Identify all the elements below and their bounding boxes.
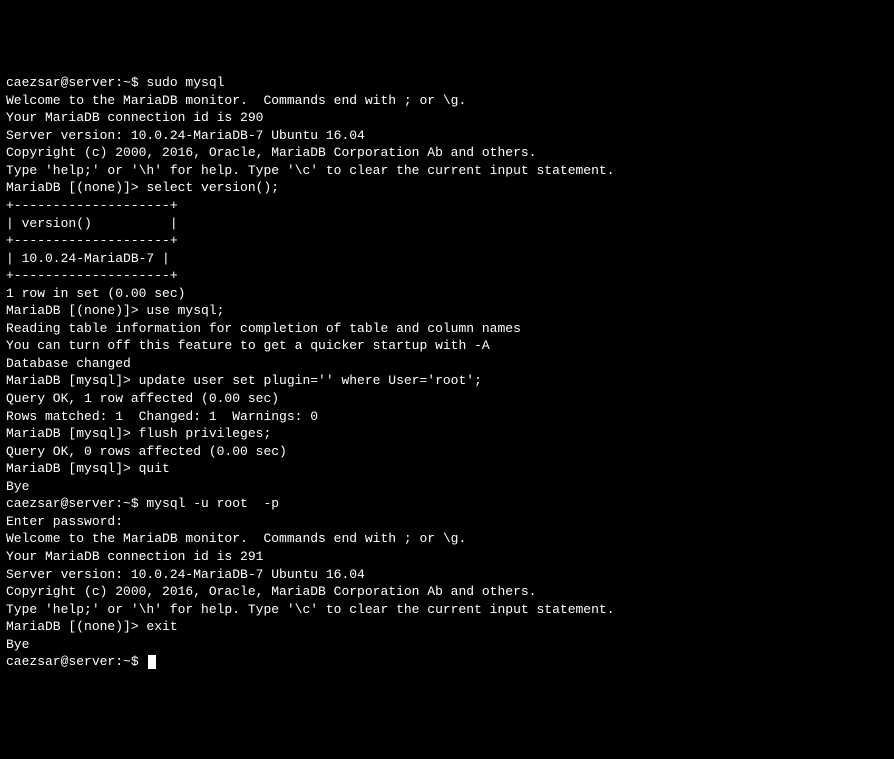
terminal-line: Database changed bbox=[6, 355, 888, 373]
terminal-line: MariaDB [(none)]> select version(); bbox=[6, 179, 888, 197]
terminal-line: +--------------------+ bbox=[6, 267, 888, 285]
terminal-line: +--------------------+ bbox=[6, 232, 888, 250]
terminal-line: Query OK, 1 row affected (0.00 sec) bbox=[6, 390, 888, 408]
terminal-line: | 10.0.24-MariaDB-7 | bbox=[6, 250, 888, 268]
terminal-line: Copyright (c) 2000, 2016, Oracle, MariaD… bbox=[6, 583, 888, 601]
terminal-line: Your MariaDB connection id is 290 bbox=[6, 109, 888, 127]
terminal-line: MariaDB [(none)]> exit bbox=[6, 618, 888, 636]
terminal-line: Server version: 10.0.24-MariaDB-7 Ubuntu… bbox=[6, 566, 888, 584]
terminal-line: caezsar@server:~$ mysql -u root -p bbox=[6, 495, 888, 513]
terminal-line: MariaDB [mysql]> quit bbox=[6, 460, 888, 478]
terminal-line: Type 'help;' or '\h' for help. Type '\c'… bbox=[6, 601, 888, 619]
terminal-line: Enter password: bbox=[6, 513, 888, 531]
terminal-line: Welcome to the MariaDB monitor. Commands… bbox=[6, 530, 888, 548]
terminal-prompt: caezsar@server:~$ bbox=[6, 654, 146, 669]
terminal-line: +--------------------+ bbox=[6, 197, 888, 215]
terminal-line: Server version: 10.0.24-MariaDB-7 Ubuntu… bbox=[6, 127, 888, 145]
terminal-line: | version() | bbox=[6, 215, 888, 233]
terminal-line: Bye bbox=[6, 636, 888, 654]
terminal-line: Copyright (c) 2000, 2016, Oracle, MariaD… bbox=[6, 144, 888, 162]
terminal-line: Query OK, 0 rows affected (0.00 sec) bbox=[6, 443, 888, 461]
terminal-line: Type 'help;' or '\h' for help. Type '\c'… bbox=[6, 162, 888, 180]
terminal-line: Your MariaDB connection id is 291 bbox=[6, 548, 888, 566]
terminal-line: MariaDB [mysql]> flush privileges; bbox=[6, 425, 888, 443]
terminal-line: MariaDB [(none)]> use mysql; bbox=[6, 302, 888, 320]
terminal-line: Reading table information for completion… bbox=[6, 320, 888, 338]
terminal-output[interactable]: caezsar@server:~$ sudo mysqlWelcome to t… bbox=[6, 74, 888, 671]
terminal-prompt-line[interactable]: caezsar@server:~$ bbox=[6, 654, 156, 669]
terminal-line: 1 row in set (0.00 sec) bbox=[6, 285, 888, 303]
terminal-line: MariaDB [mysql]> update user set plugin=… bbox=[6, 372, 888, 390]
terminal-line: Welcome to the MariaDB monitor. Commands… bbox=[6, 92, 888, 110]
terminal-line: You can turn off this feature to get a q… bbox=[6, 337, 888, 355]
terminal-line: Rows matched: 1 Changed: 1 Warnings: 0 bbox=[6, 408, 888, 426]
cursor-icon bbox=[148, 655, 156, 669]
terminal-line: caezsar@server:~$ sudo mysql bbox=[6, 74, 888, 92]
terminal-line: Bye bbox=[6, 478, 888, 496]
